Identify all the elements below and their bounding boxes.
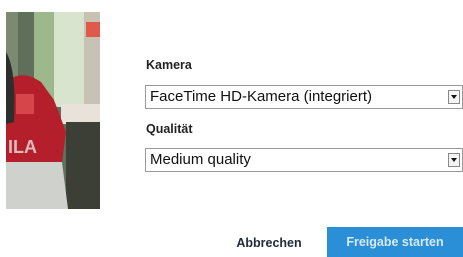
camera-select[interactable]: FaceTime HD-Kamera (integriert): [145, 85, 463, 109]
preview-overlay-text: ILA: [8, 137, 37, 157]
camera-preview-image: ILA: [6, 12, 100, 209]
chevron-down-icon[interactable]: [448, 90, 460, 104]
quality-select[interactable]: Medium quality: [145, 148, 463, 172]
start-sharing-button[interactable]: Freigabe starten: [327, 227, 463, 257]
chevron-down-icon[interactable]: [448, 153, 460, 167]
camera-label: Kamera: [146, 58, 192, 72]
camera-preview: ILA: [6, 12, 100, 209]
camera-select-value: FaceTime HD-Kamera (integriert): [150, 88, 372, 105]
quality-select-value: Medium quality: [150, 151, 251, 168]
quality-label: Qualität: [146, 122, 193, 136]
cancel-button[interactable]: Abbrechen: [223, 230, 315, 256]
